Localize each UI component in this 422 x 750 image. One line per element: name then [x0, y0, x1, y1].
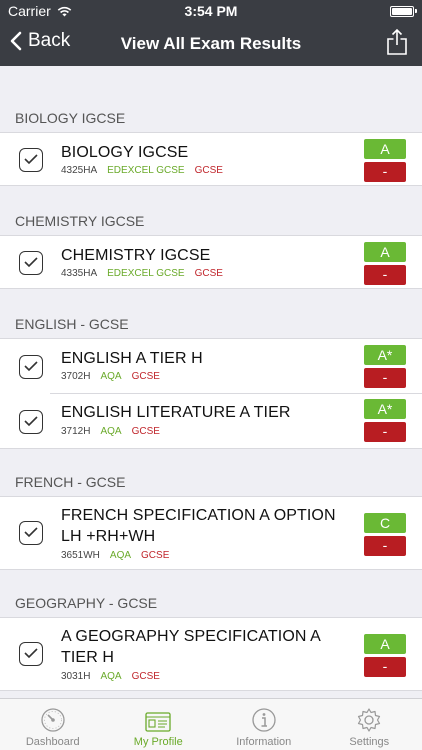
exam-board: AQA [100, 671, 122, 682]
grade-badge[interactable]: A [364, 242, 406, 262]
exam-meta: 4325HA EDEXCEL GCSE GCSE [61, 165, 223, 176]
exam-board: AQA [100, 371, 122, 382]
checkmark-icon [24, 648, 38, 659]
profile-card-icon [145, 712, 171, 732]
checkbox[interactable] [19, 148, 43, 172]
exam-level: GCSE [141, 550, 170, 561]
exam-row[interactable]: ENGLISH LITERATURE A TIER 3712H AQA GCSE… [0, 394, 422, 449]
exam-level: GCSE [131, 371, 160, 382]
exam-row[interactable]: CHEMISTRY IGCSE 4335HA EDEXCEL GCSE GCSE… [0, 235, 422, 289]
exam-level: GCSE [194, 268, 223, 279]
tab-information[interactable]: Information [211, 699, 317, 750]
tab-label: Dashboard [25, 736, 80, 748]
exam-title: FRENCH SPECIFICATION A OPTION LH +RH+WH [61, 507, 336, 545]
remove-button[interactable]: - [364, 422, 406, 442]
section-header: ENGLISH - GCSE [15, 316, 129, 332]
tab-my-profile[interactable]: My Profile [106, 699, 212, 750]
exam-results-list[interactable]: BIOLOGY IGCSE BIOLOGY IGCSE 4325HA EDEXC… [0, 66, 422, 698]
gear-icon [358, 708, 381, 732]
remove-button[interactable]: - [364, 265, 406, 285]
exam-title: BIOLOGY IGCSE [61, 144, 189, 161]
tab-bar: Dashboard My Profile Information Setting… [0, 698, 422, 750]
exam-board: EDEXCEL GCSE [107, 165, 185, 176]
exam-title: A GEOGRAPHY SPECIFICATION A TIER H [61, 628, 321, 666]
exam-title: CHEMISTRY IGCSE [61, 247, 211, 264]
page-title: View All Exam Results [120, 34, 302, 53]
section-header: FRENCH - GCSE [15, 474, 126, 490]
tab-dashboard[interactable]: Dashboard [0, 699, 106, 750]
checkbox[interactable] [19, 355, 43, 379]
checkbox[interactable] [19, 521, 43, 545]
checkbox[interactable] [19, 251, 43, 275]
checkmark-icon [24, 154, 38, 165]
section-header: CHEMISTRY IGCSE [15, 213, 145, 229]
grade-badge[interactable]: C [364, 513, 406, 533]
exam-level: GCSE [131, 671, 160, 682]
section-header: GEOGRAPHY - GCSE [15, 595, 158, 611]
wifi-icon [57, 6, 72, 16]
exam-row[interactable]: A GEOGRAPHY SPECIFICATION A TIER H 3031H… [0, 617, 422, 691]
tab-label: My Profile [133, 736, 183, 748]
remove-button[interactable]: - [364, 162, 406, 182]
exam-meta: 3702H AQA GCSE [61, 371, 160, 382]
status-bar: Carrier 3:54 PM [0, 0, 422, 22]
checkmark-icon [24, 361, 38, 372]
exam-title: ENGLISH A TIER H [61, 350, 203, 367]
checkmark-icon [24, 257, 38, 268]
exam-row[interactable]: ENGLISH A TIER H 3702H AQA GCSE A* - [0, 338, 422, 394]
section-header: BIOLOGY IGCSE [15, 110, 126, 126]
exam-row[interactable]: BIOLOGY IGCSE 4325HA EDEXCEL GCSE GCSE A… [0, 132, 422, 186]
exam-meta: 4335HA EDEXCEL GCSE GCSE [61, 268, 223, 279]
share-button[interactable] [386, 28, 408, 61]
tab-label: Information [236, 736, 292, 748]
checkbox[interactable] [19, 410, 43, 434]
checkbox[interactable] [19, 642, 43, 666]
exam-meta: 3712H AQA GCSE [61, 426, 160, 437]
remove-button[interactable]: - [364, 536, 406, 556]
remove-button[interactable]: - [364, 368, 406, 388]
checkmark-icon [24, 416, 38, 427]
exam-board: EDEXCEL GCSE [107, 268, 185, 279]
exam-title: ENGLISH LITERATURE A TIER [61, 404, 291, 421]
exam-meta: 3651WH AQA GCSE [61, 550, 169, 561]
tab-settings[interactable]: Settings [317, 699, 422, 750]
grade-badge[interactable]: A [364, 634, 406, 654]
battery-icon [390, 5, 417, 17]
exam-code: 3031H [61, 671, 91, 682]
tab-label: Settings [349, 736, 390, 748]
share-icon [387, 28, 407, 55]
exam-row[interactable]: FRENCH SPECIFICATION A OPTION LH +RH+WH … [0, 496, 422, 570]
exam-meta: 3031H AQA GCSE [61, 671, 160, 682]
exam-code: 3651WH [61, 550, 100, 561]
remove-button[interactable]: - [364, 657, 406, 677]
carrier-label: Carrier [8, 3, 51, 19]
grade-badge[interactable]: A [364, 139, 406, 159]
info-icon [252, 708, 276, 732]
speedometer-icon [41, 708, 65, 732]
exam-code: 4335HA [61, 268, 98, 279]
exam-level: GCSE [131, 426, 160, 437]
exam-level: GCSE [194, 165, 223, 176]
exam-board: AQA [109, 550, 132, 561]
exam-code: 4325HA [61, 165, 98, 176]
checkmark-icon [24, 527, 38, 538]
grade-badge[interactable]: A* [364, 345, 406, 365]
grade-badge[interactable]: A* [364, 399, 406, 419]
navigation-bar: Back View All Exam Results [0, 22, 422, 66]
exam-code: 3702H [61, 371, 91, 382]
exam-code: 3712H [61, 426, 91, 437]
exam-board: AQA [100, 426, 122, 437]
